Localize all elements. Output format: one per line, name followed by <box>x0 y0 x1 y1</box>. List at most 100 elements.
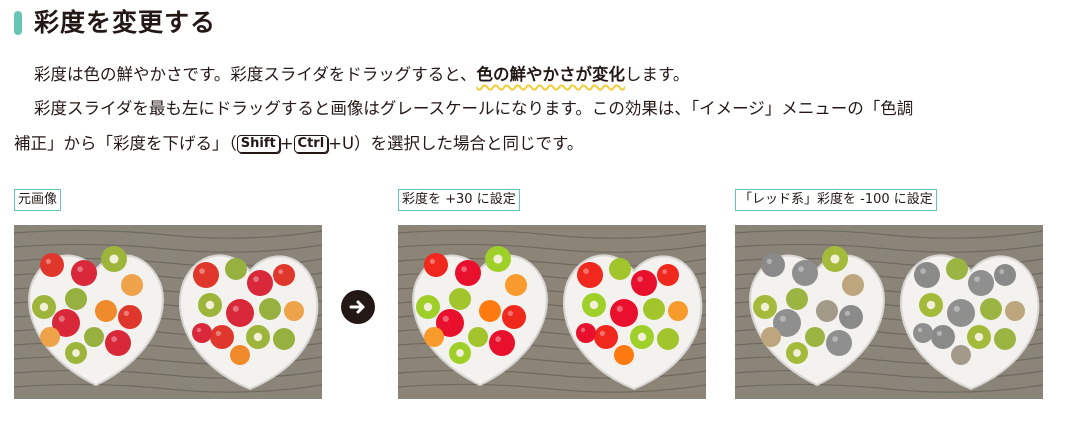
fruit-red <box>610 299 638 327</box>
fruit-strawberry <box>118 305 142 329</box>
kiwi-core <box>423 302 433 312</box>
fruit-strawberry <box>761 253 785 277</box>
fruit-orange <box>614 345 634 365</box>
paragraph-1-text-a: 彩度は色の鮮やかさです。彩度スライダをドラッグすると、 <box>34 65 477 84</box>
fruit-highlight <box>637 276 643 282</box>
photo-saturation-plus <box>398 225 706 399</box>
fruit-red <box>947 299 975 327</box>
fruit-red <box>489 330 515 356</box>
fruit-highlight <box>199 268 205 274</box>
fruit-strawberry <box>657 264 679 286</box>
kiwi-core <box>637 332 647 342</box>
fruit-melon <box>121 274 143 296</box>
fruit-highlight <box>953 305 960 312</box>
fruit-highlight <box>580 327 586 333</box>
fruit-highlight <box>599 330 606 337</box>
fruit-orange <box>95 300 117 322</box>
caption-saturation-plus: 彩度を +30 に設定 <box>398 189 520 211</box>
ctrl-key-cap: Ctrl <box>293 135 329 153</box>
fruit-grape <box>980 298 1002 320</box>
kiwi-core <box>493 254 503 264</box>
fruit-grape <box>657 328 679 350</box>
fruit-strawberry <box>210 325 234 349</box>
fruit-melon <box>40 327 60 347</box>
fruit-highlight <box>123 310 130 317</box>
fruit-red <box>826 330 852 356</box>
kiwi-core <box>830 254 840 264</box>
paragraph-3-text-a: 補正」から「彩度を下げる」（ <box>14 134 237 153</box>
fruit-red <box>71 260 97 286</box>
fruit-highlight <box>936 330 943 337</box>
kiwi-core <box>205 300 215 310</box>
fruit-highlight <box>215 330 222 337</box>
fruit-red <box>631 270 657 296</box>
fruit-highlight <box>844 310 851 317</box>
fruit-melon <box>761 327 781 347</box>
fruit-highlight <box>507 310 514 317</box>
fruit-red <box>226 299 254 327</box>
plus-sign: + <box>279 134 294 153</box>
fruit-melon <box>505 274 527 296</box>
fruit-grape <box>643 298 665 320</box>
fruit-highlight <box>232 305 239 312</box>
fruit-strawberry <box>931 325 955 349</box>
shift-key-cap: Shift <box>236 135 280 153</box>
fruit-highlight <box>111 336 117 342</box>
fruit-grape <box>225 258 247 280</box>
photo-original <box>14 225 322 399</box>
fruit-melon <box>1005 301 1025 321</box>
fruit-highlight <box>253 276 259 282</box>
kiwi-core <box>72 349 80 357</box>
fruit-highlight <box>999 269 1005 275</box>
fruit-highlight <box>798 266 804 272</box>
fruit-orange <box>816 300 838 322</box>
kiwi-core <box>760 302 770 312</box>
highlighted-phrase: 色の鮮やかさが変化 <box>476 65 626 84</box>
fruit-highlight <box>766 258 773 265</box>
fruit-highlight <box>442 315 449 322</box>
fruit-strawberry <box>914 262 940 288</box>
fruit-grape <box>468 327 488 347</box>
fruit-red <box>192 323 212 343</box>
kiwi-core <box>109 254 119 264</box>
caption-original: 元画像 <box>14 189 62 211</box>
fruit-highlight <box>196 327 202 333</box>
fruit-grape <box>946 258 968 280</box>
section-title: 彩度を変更する <box>34 8 217 37</box>
paragraph-3: 補正」から「彩度を下げる」（ Shift + Ctrl +U）を選択した場合と同じです。 <box>14 127 583 161</box>
fruit-red <box>792 260 818 286</box>
photo-red-minus <box>735 225 1043 399</box>
fruit-strawberry <box>839 305 863 329</box>
arrow-right-circle-icon <box>341 290 375 324</box>
paragraph-2: 彩度スライダを最も左にドラッグすると画像はグレースケールになります。この効果は、… <box>14 92 913 126</box>
fruit-melon <box>424 327 444 347</box>
fruit-orange <box>479 300 501 322</box>
paragraph-1: 彩度は色の鮮やかさです。彩度スライダをドラッグすると、色の鮮やかさが変化します。 <box>14 58 689 92</box>
fruit-red <box>576 323 596 343</box>
fruit-grape <box>84 327 104 347</box>
fruit-highlight <box>832 336 838 342</box>
fruit-orange <box>951 345 971 365</box>
fruit-strawberry <box>994 264 1016 286</box>
fruit-strawberry <box>577 262 603 288</box>
fruit-highlight <box>974 276 980 282</box>
kiwi-core <box>253 332 263 342</box>
fruit-melon <box>668 301 688 321</box>
title-accent-bar <box>14 11 22 35</box>
fruit-highlight <box>461 266 467 272</box>
fruit-highlight <box>920 268 926 274</box>
fruit-strawberry <box>193 262 219 288</box>
kiwi-core <box>589 300 599 310</box>
fruit-highlight <box>779 315 786 322</box>
fruit-highlight <box>58 315 65 322</box>
fruit-highlight <box>917 327 923 333</box>
fruit-grape <box>786 288 808 310</box>
kiwi-core <box>39 302 49 312</box>
fruit-strawberry <box>502 305 526 329</box>
fruit-strawberry <box>424 253 448 277</box>
fruit-highlight <box>77 266 83 272</box>
fruit-highlight <box>583 268 589 274</box>
fruit-highlight <box>662 269 668 275</box>
fruit-grape <box>994 328 1016 350</box>
fruit-red <box>913 323 933 343</box>
